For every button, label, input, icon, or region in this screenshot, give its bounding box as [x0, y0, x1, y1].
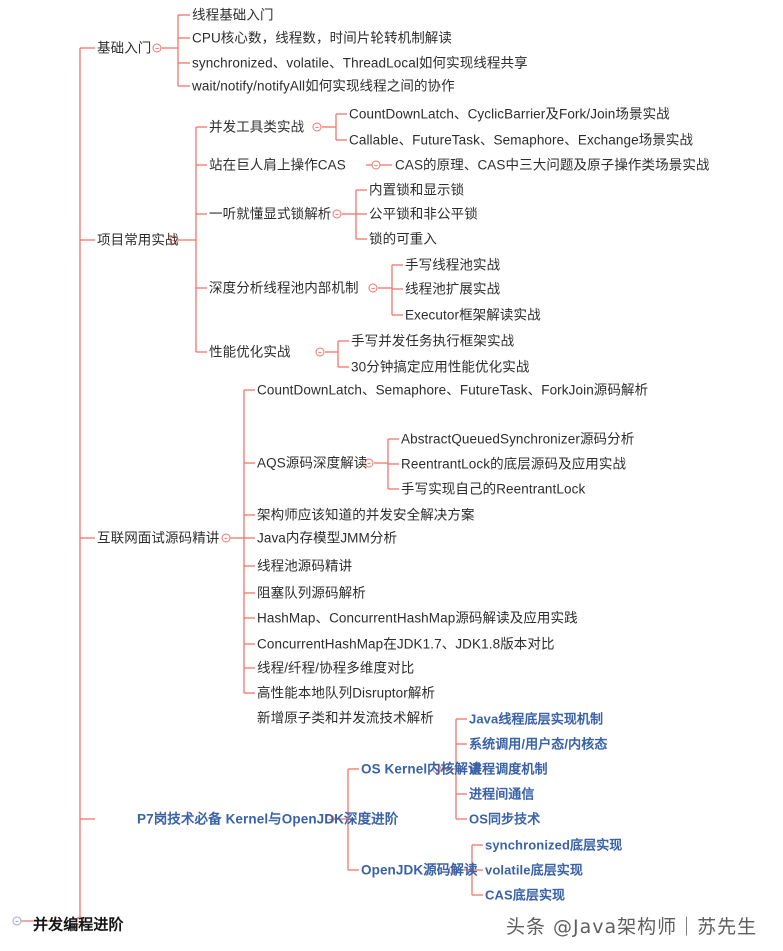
- node-basics-item-3[interactable]: synchronized、volatile、ThreadLocal如何实现线程共…: [192, 56, 528, 70]
- node-interview-item-3[interactable]: 架构师应该知道的并发安全解决方案: [257, 508, 475, 522]
- collapse-ring-perf[interactable]: [315, 347, 325, 357]
- node-threadpool-item-3[interactable]: Executor框架解读实战: [405, 308, 541, 322]
- node-perf-item-1[interactable]: 手写并发任务执行框架实战: [351, 334, 514, 348]
- node-interview-item-10[interactable]: 高性能本地队列Disruptor解析: [257, 686, 435, 700]
- node-interview-item-7[interactable]: HashMap、ConcurrentHashMap源码解读及应用实践: [257, 611, 578, 625]
- node-os-kernel-item-3[interactable]: 进程调度机制: [469, 763, 548, 776]
- node-interview-item-4[interactable]: Java内存模型JMM分析: [257, 531, 397, 545]
- watermark: 头条 @Java架构师｜苏先生: [506, 916, 758, 938]
- node-aqs-item-1[interactable]: AbstractQueuedSynchronizer源码分析: [401, 432, 634, 446]
- node-os-kernel-item-4[interactable]: 进程间通信: [469, 788, 535, 801]
- node-interview-item-9[interactable]: 线程/纤程/协程多维度对比: [257, 661, 414, 675]
- node-concurrent-tools[interactable]: 并发工具类实战: [209, 120, 304, 134]
- node-interview-item-11[interactable]: 新增原子类和并发流技术解析: [257, 711, 434, 725]
- node-interview-item-6[interactable]: 阻塞队列源码解析: [257, 586, 366, 600]
- node-basics-item-4[interactable]: wait/notify/notifyAll如何实现线程之间的协作: [192, 79, 455, 93]
- node-interview-item-1[interactable]: CountDownLatch、Semaphore、FutureTask、Fork…: [257, 383, 648, 397]
- collapse-ring-basics[interactable]: [152, 43, 162, 53]
- node-perf[interactable]: 性能优化实战: [209, 345, 291, 359]
- node-aqs-item-3[interactable]: 手写实现自己的ReentrantLock: [401, 482, 585, 496]
- node-perf-item-2[interactable]: 30分钟搞定应用性能优化实战: [351, 360, 529, 374]
- node-threadpool[interactable]: 深度分析线程池内部机制: [209, 281, 359, 295]
- node-concurrent-tools-item-1[interactable]: CountDownLatch、CyclicBarrier及Fork/Join场景…: [349, 107, 670, 121]
- node-aqs[interactable]: AQS源码深度解读: [257, 456, 367, 470]
- node-basics-item-1[interactable]: 线程基础入门: [192, 8, 274, 22]
- branch-interview[interactable]: 互联网面试源码精讲: [97, 531, 219, 545]
- node-explicit-lock-item-2[interactable]: 公平锁和非公平锁: [369, 207, 478, 221]
- node-os-kernel-item-1[interactable]: Java线程底层实现机制: [469, 713, 603, 726]
- collapse-ring-threadpool[interactable]: [368, 283, 378, 293]
- node-openjdk-item-1[interactable]: synchronized底层实现: [485, 839, 622, 852]
- mindmap-canvas: 并发编程进阶 基础入门 线程基础入门 CPU核心数，线程数，时间片轮转机制解读 …: [0, 0, 783, 951]
- node-openjdk-item-2[interactable]: volatile底层实现: [485, 864, 583, 877]
- node-aqs-item-2[interactable]: ReentrantLock的底层源码及应用实战: [401, 457, 626, 471]
- branch-basics[interactable]: 基础入门: [97, 41, 151, 55]
- node-os-kernel-item-5[interactable]: OS同步技术: [469, 813, 540, 826]
- node-explicit-lock-item-3[interactable]: 锁的可重入: [369, 232, 437, 246]
- collapse-ring-interview[interactable]: [221, 533, 231, 543]
- collapse-ring-root[interactable]: [12, 916, 22, 926]
- node-threadpool-item-2[interactable]: 线程池扩展实战: [405, 282, 500, 296]
- node-threadpool-item-1[interactable]: 手写线程池实战: [405, 258, 500, 272]
- collapse-ring-cas[interactable]: [371, 160, 381, 170]
- node-explicit-lock-item-1[interactable]: 内置锁和显示锁: [369, 183, 464, 197]
- node-os-kernel[interactable]: OS Kernel内核解读: [361, 762, 482, 776]
- node-cas[interactable]: 站在巨人肩上操作CAS: [209, 158, 346, 172]
- node-os-kernel-item-2[interactable]: 系统调用/用户态/内核态: [469, 738, 607, 751]
- branch-p7[interactable]: P7岗技术必备 Kernel与OpenJDK深度进阶: [137, 812, 398, 826]
- node-interview-item-5[interactable]: 线程池源码精讲: [257, 559, 352, 573]
- node-openjdk[interactable]: OpenJDK源码解读: [361, 863, 478, 877]
- node-basics-item-2[interactable]: CPU核心数，线程数，时间片轮转机制解读: [192, 31, 452, 45]
- node-cas-item-1[interactable]: CAS的原理、CAS中三大问题及原子操作类场景实战: [395, 158, 710, 172]
- node-explicit-lock[interactable]: 一听就懂显式锁解析: [209, 207, 331, 221]
- collapse-ring-concurrent-tools[interactable]: [312, 122, 322, 132]
- node-interview-item-8[interactable]: ConcurrentHashMap在JDK1.7、JDK1.8版本对比: [257, 637, 555, 651]
- node-concurrent-tools-item-2[interactable]: Callable、FutureTask、Semaphore、Exchange场景…: [349, 133, 693, 147]
- collapse-ring-explicit-lock[interactable]: [332, 209, 342, 219]
- branch-projects[interactable]: 项目常用实战: [97, 233, 179, 247]
- node-openjdk-item-3[interactable]: CAS底层实现: [485, 889, 565, 902]
- root-node-label[interactable]: 并发编程进阶: [33, 918, 124, 933]
